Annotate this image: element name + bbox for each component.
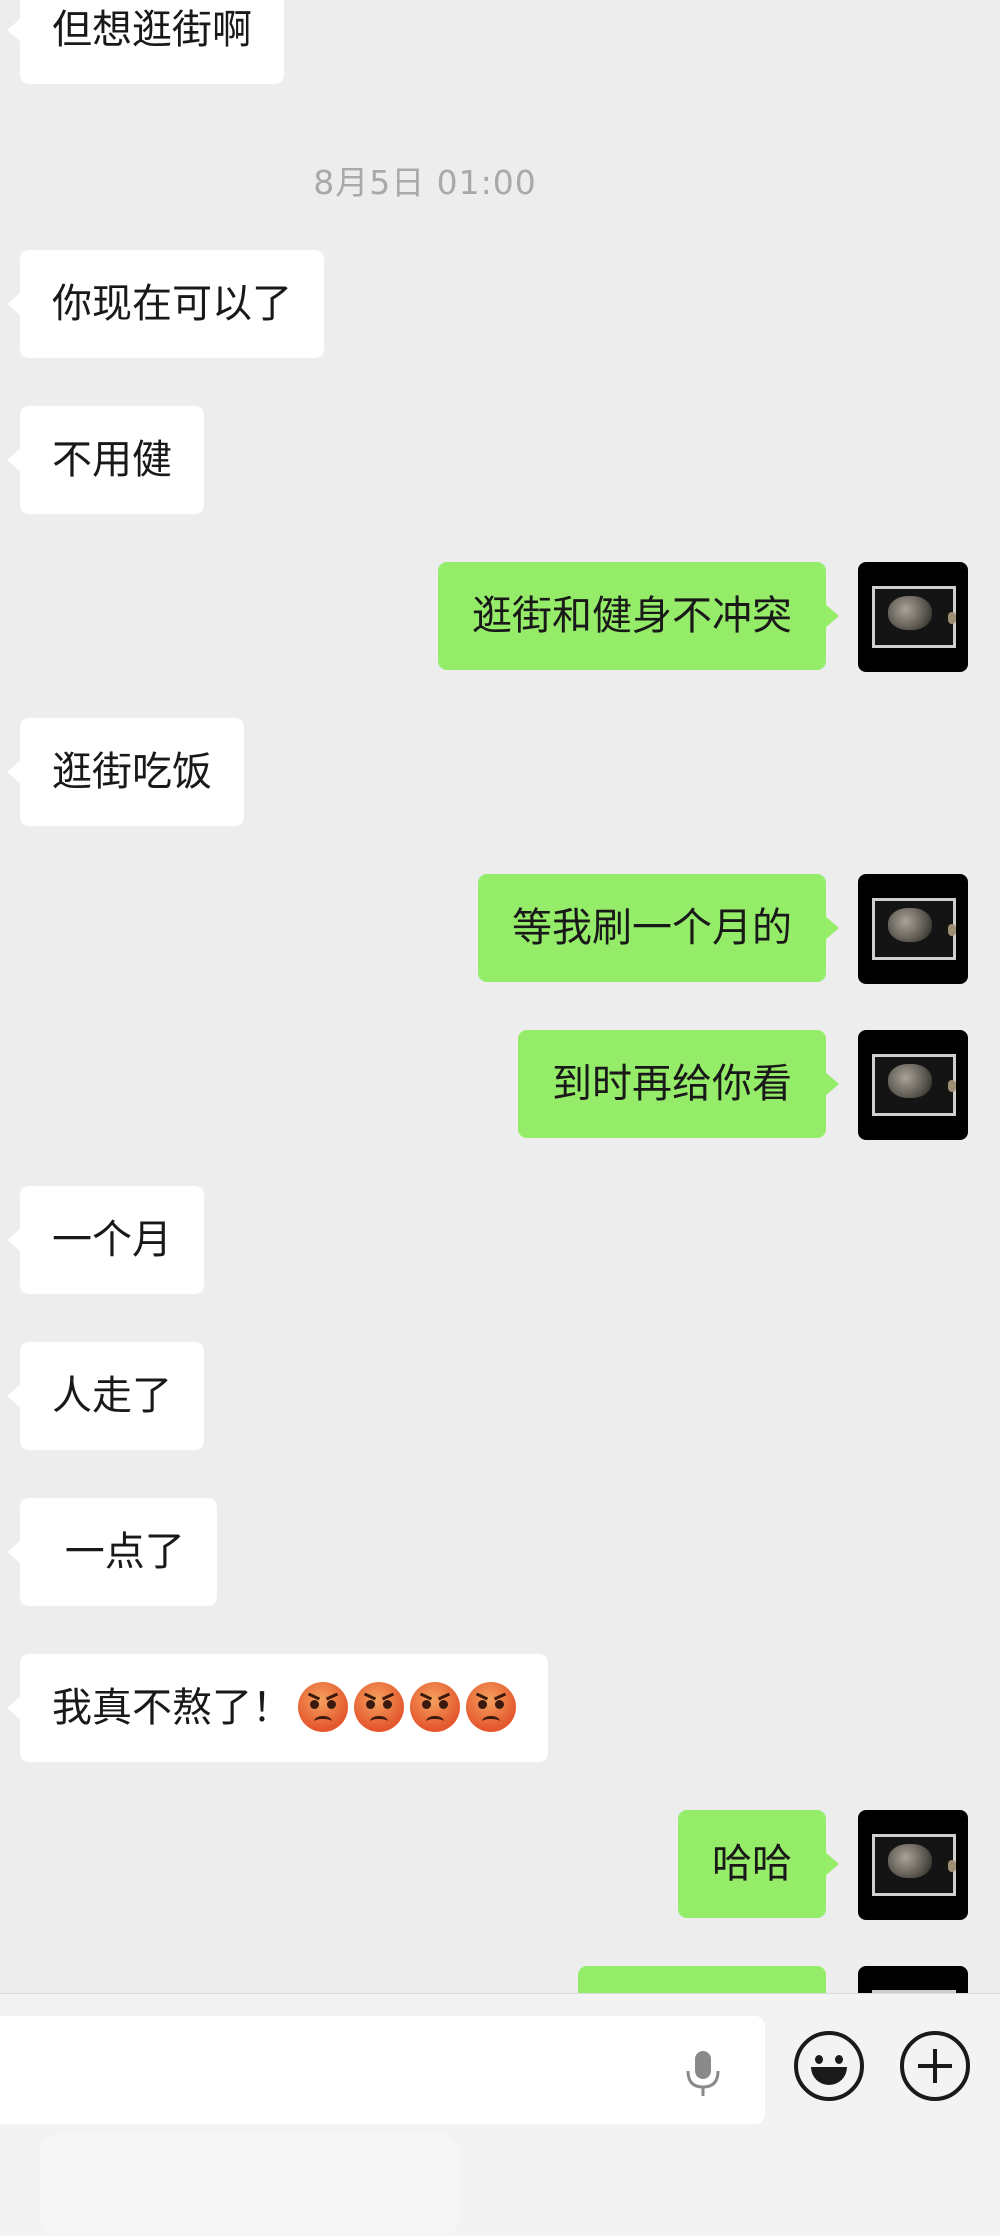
angry-face-icon xyxy=(466,1682,516,1732)
plus-circle-icon[interactable] xyxy=(900,2031,970,2101)
timestamp: 8月5日 01:00 xyxy=(313,163,537,202)
my-avatar[interactable] xyxy=(858,1030,968,1140)
message-text: 人走了 xyxy=(52,1373,172,1419)
chat-history[interactable]: 但想逛街啊 8月5日 01:00 你现在可以了 不用健 逛街和健身不冲突 逛街吃… xyxy=(0,0,1000,1993)
my-avatar[interactable] xyxy=(858,1810,968,1920)
message-incoming[interactable]: 一个月 xyxy=(7,1186,204,1294)
message-incoming[interactable]: 但想逛街啊 xyxy=(7,0,284,84)
microphone-icon[interactable] xyxy=(683,2049,723,2099)
message-outgoing[interactable]: 哈哈 xyxy=(678,1810,839,1918)
message-incoming[interactable]: 你现在可以了 xyxy=(7,250,324,358)
message-text: 我真不熬了！ xyxy=(52,1685,292,1731)
input-bar xyxy=(0,1993,1000,2236)
message-text: 但想逛街啊 xyxy=(52,7,252,53)
my-avatar[interactable] xyxy=(858,874,968,984)
message-text: 你现在可以了 xyxy=(52,281,292,327)
emoji-smiley-icon[interactable] xyxy=(794,2031,864,2101)
angry-face-icon xyxy=(298,1682,348,1732)
message-text: 到时再给你看 xyxy=(552,1061,792,1107)
message-text: 一点了 xyxy=(52,1529,185,1575)
message-outgoing[interactable]: 到时再给你看 xyxy=(518,1030,839,1138)
my-avatar[interactable] xyxy=(858,1966,968,1993)
angry-face-icon xyxy=(410,1682,460,1732)
message-text: 不用健 xyxy=(52,437,172,483)
my-avatar[interactable] xyxy=(858,562,968,672)
message-outgoing[interactable]: 逛街和健身不冲突 xyxy=(438,562,839,670)
message-incoming[interactable]: 不用健 xyxy=(7,406,204,514)
message-text: 等我刷一个月的 xyxy=(512,905,792,951)
message-incoming[interactable]: 人走了 xyxy=(7,1342,204,1450)
message-text: 一个月 xyxy=(52,1217,172,1263)
angry-face-icon xyxy=(354,1682,404,1732)
message-outgoing[interactable]: 等我刷一个月的 xyxy=(478,874,839,982)
message-text: 哈哈 xyxy=(712,1841,792,1887)
message-text: 逛街和健身不冲突 xyxy=(472,593,792,639)
keyboard-area xyxy=(40,2134,460,2236)
message-text: 逛街吃饭 xyxy=(52,749,212,795)
message-input[interactable] xyxy=(0,2016,765,2124)
message-incoming[interactable]: 我真不熬了！ xyxy=(7,1654,548,1762)
message-incoming[interactable]: 逛街吃饭 xyxy=(7,718,244,826)
message-incoming[interactable]: 一点了 xyxy=(7,1498,217,1606)
message-outgoing[interactable] xyxy=(578,1966,826,1993)
